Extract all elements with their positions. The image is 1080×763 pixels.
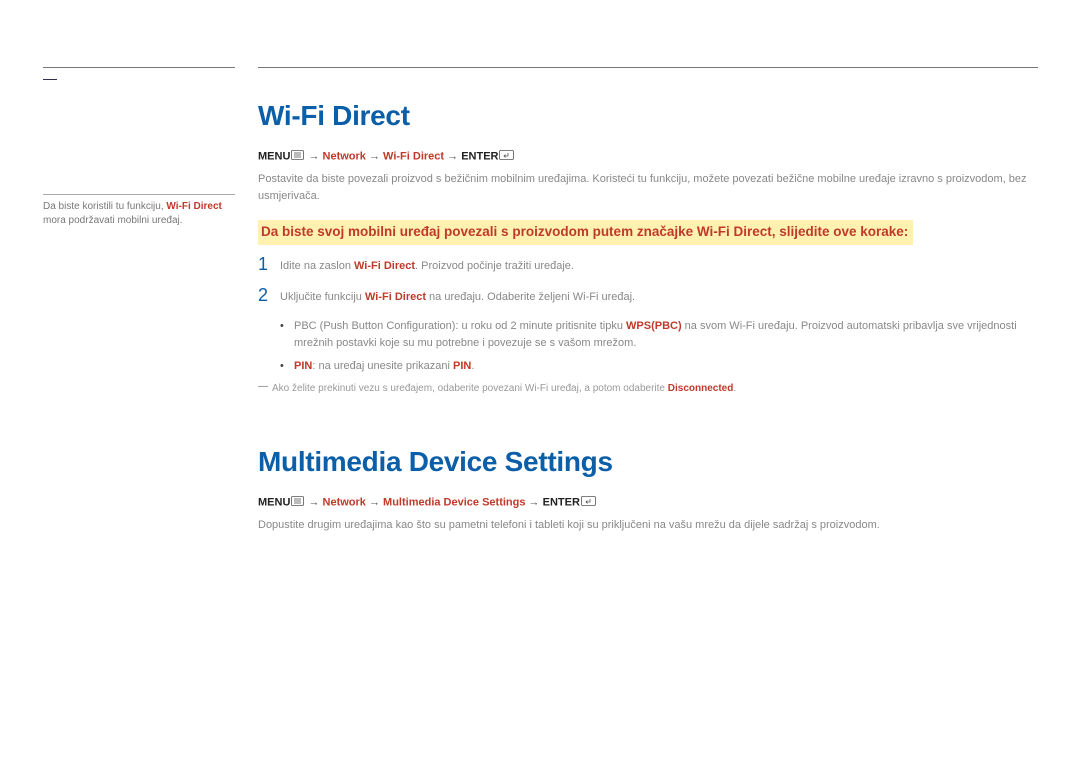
menu-label: MENU <box>258 150 290 162</box>
page-tab-marker <box>43 67 57 80</box>
b2-hl1: PIN <box>294 360 312 372</box>
footnote: Ako želite prekinuti vezu s uređajem, od… <box>258 381 1038 396</box>
menu-label: MENU <box>258 496 290 508</box>
arrow-icon: → <box>369 496 383 508</box>
bullet-pin: PIN: na uređaj unesite prikazani PIN. <box>280 358 1038 375</box>
step-2: 2 Uključite funkciju Wi-Fi Direct na ure… <box>258 286 1038 306</box>
b2-post: . <box>471 360 474 372</box>
step-text: Uključite funkciju Wi-Fi Direct na uređa… <box>280 286 635 306</box>
step2-pre: Uključite funkciju <box>280 291 365 303</box>
bullet-pbc: PBC (Push Button Configuration): u roku … <box>280 318 1038 352</box>
sub-heading: Da biste svoj mobilni uređaj povezali s … <box>258 220 913 245</box>
section-multimedia: Multimedia Device Settings MENU → Networ… <box>258 446 1038 534</box>
side-note-hl: Wi-Fi Direct <box>166 201 221 212</box>
step-1: 1 Idite na zaslon Wi-Fi Direct. Proizvod… <box>258 255 1038 275</box>
arrow-icon: → <box>529 496 543 508</box>
section-title-wifi-direct: Wi-Fi Direct <box>258 100 1038 132</box>
step1-post: . Proizvod počinje tražiti uređaje. <box>415 260 574 272</box>
intro-paragraph: Postavite da biste povezali proizvod s b… <box>258 171 1038 204</box>
path-network: Network <box>323 496 366 508</box>
side-note: Da biste koristili tu funkciju, Wi-Fi Di… <box>43 194 235 228</box>
side-note-suffix: mora podržavati mobilni uređaj. <box>43 215 183 226</box>
enter-icon <box>581 496 596 509</box>
b1-pre: PBC (Push Button Configuration): u roku … <box>294 320 626 332</box>
step1-pre: Idite na zaslon <box>280 260 354 272</box>
path-network: Network <box>323 150 366 162</box>
menu-path-multimedia: MENU → Network → Multimedia Device Setti… <box>258 496 1038 509</box>
b2-mid: : na uređaj unesite prikazani <box>312 360 453 372</box>
arrow-icon: → <box>369 150 383 162</box>
b2-hl2: PIN <box>453 360 471 372</box>
arrow-icon: → <box>308 496 322 508</box>
arrow-icon: → <box>308 150 322 162</box>
step1-hl: Wi-Fi Direct <box>354 260 415 272</box>
section-title-multimedia: Multimedia Device Settings <box>258 446 1038 478</box>
step2-post: na uređaju. Odaberite željeni Wi-Fi uređ… <box>426 291 635 303</box>
enter-icon <box>499 150 514 163</box>
enter-label: ENTER <box>543 496 580 508</box>
main-rule <box>258 67 1038 68</box>
step-number: 2 <box>258 286 280 304</box>
fn-hl: Disconnected <box>668 383 734 394</box>
side-note-prefix: Da biste koristili tu funkciju, <box>43 201 166 212</box>
side-rule <box>43 67 235 68</box>
step2-hl: Wi-Fi Direct <box>365 291 426 303</box>
enter-label: ENTER <box>461 150 498 162</box>
menu-icon <box>291 150 304 163</box>
multimedia-intro: Dopustite drugim uređajima kao što su pa… <box>258 517 1038 534</box>
path-wifi-direct: Wi-Fi Direct <box>383 150 444 162</box>
step-number: 1 <box>258 255 280 273</box>
fn-post: . <box>733 383 736 394</box>
path-multimedia: Multimedia Device Settings <box>383 496 525 508</box>
menu-path-wifi-direct: MENU → Network → Wi-Fi Direct → ENTER <box>258 150 1038 163</box>
arrow-icon: → <box>447 150 461 162</box>
main-content: Wi-Fi Direct MENU → Network → Wi-Fi Dire… <box>258 100 1038 544</box>
menu-icon <box>291 496 304 509</box>
fn-pre: Ako želite prekinuti vezu s uređajem, od… <box>272 383 668 394</box>
bullet-list: PBC (Push Button Configuration): u roku … <box>280 318 1038 375</box>
step-text: Idite na zaslon Wi-Fi Direct. Proizvod p… <box>280 255 574 275</box>
b1-hl: WPS(PBC) <box>626 320 682 332</box>
